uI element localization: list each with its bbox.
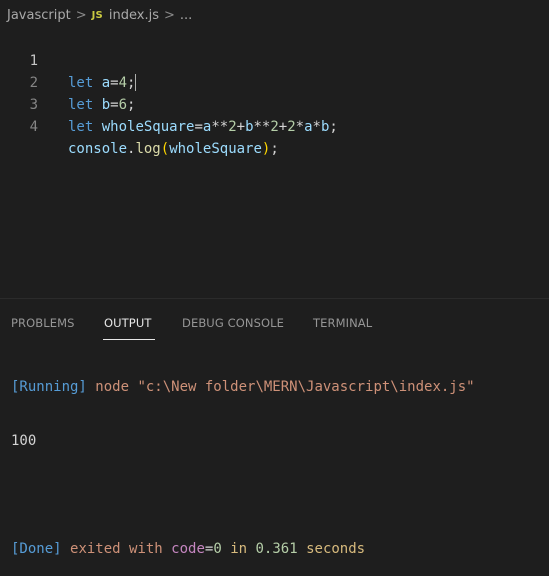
elapsed-time: 0.361 (255, 541, 298, 557)
program-result: 100 (11, 433, 37, 449)
output-line: [Done] exited with code=0 in 0.361 secon… (11, 541, 366, 557)
code-line[interactable]: 2 let b=6; (0, 50, 549, 113)
code-text: console.log(wholeSquare); (68, 141, 279, 157)
active-tab-indicator (103, 339, 155, 340)
tab-debug-console[interactable]: DEBUG CONSOLE (182, 316, 284, 330)
breadcrumb-symbols[interactable]: ... (180, 8, 192, 23)
panel-divider[interactable] (0, 298, 549, 299)
output-panel[interactable]: [Running] node "c:\New folder\MERN\Javas… (11, 344, 549, 576)
javascript-file-icon: JS (91, 9, 103, 21)
code-line[interactable]: 3 let wholeSquare=a**2+b**2+2*a*b; (0, 72, 549, 135)
output-line: [Running] node "c:\New folder\MERN\Javas… (11, 376, 549, 398)
output-line: 100 (11, 430, 549, 452)
tab-problems[interactable]: PROBLEMS (11, 316, 75, 330)
breadcrumb: Javascript > JS index.js > ... (0, 0, 549, 30)
panel-tab-bar: PROBLEMS OUTPUT DEBUG CONSOLE TERMINAL (0, 306, 549, 342)
run-command: node "c:\New folder\MERN\Javascript\inde… (95, 379, 475, 395)
code-line[interactable]: 4 console.log(wholeSquare); (0, 94, 549, 157)
breadcrumb-file[interactable]: index.js (109, 8, 159, 23)
chevron-right-icon: > (75, 7, 87, 23)
code-text: let wholeSquare=a**2+b**2+2*a*b; (68, 119, 338, 135)
line-number: 4 (29, 119, 38, 135)
code-editor[interactable]: 1 let a=4; 2 let b=6; 3 let wholeSquare=… (0, 28, 549, 298)
tab-output[interactable]: OUTPUT (104, 316, 151, 330)
code-line[interactable]: 1 let a=4; (0, 28, 549, 91)
done-tag: [Done] (11, 541, 62, 557)
breadcrumb-folder[interactable]: Javascript (7, 8, 71, 23)
chevron-right-icon: > (164, 7, 175, 23)
running-tag: [Running] (11, 379, 87, 395)
tab-terminal[interactable]: TERMINAL (313, 316, 372, 330)
